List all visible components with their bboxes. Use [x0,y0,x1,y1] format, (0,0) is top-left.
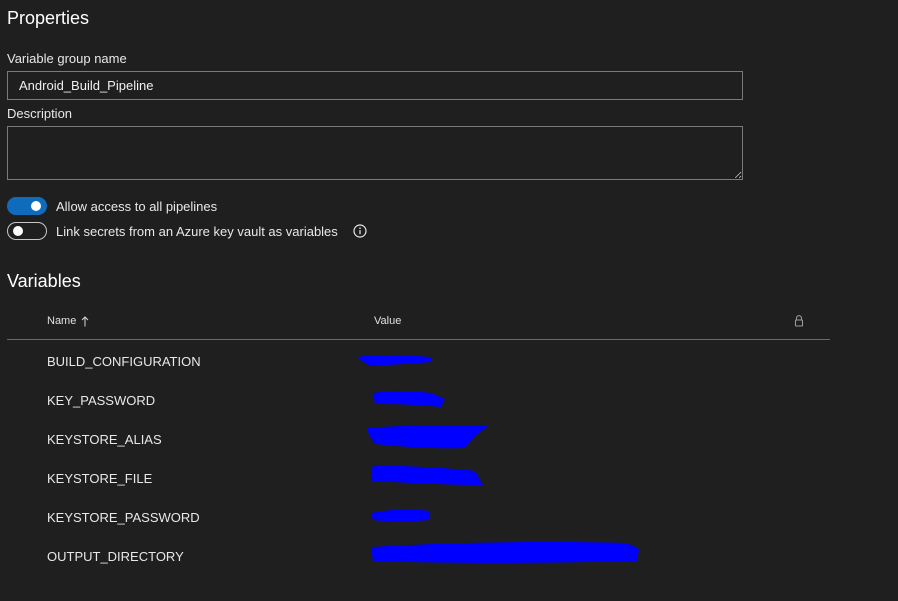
variable-name: KEY_PASSWORD [47,393,156,408]
link-secrets-label: Link secrets from an Azure key vault as … [56,223,338,239]
variables-table: Name Value BUILD_CONFIGURATION KEY_PASSW… [7,305,830,574]
variable-name: OUTPUT_DIRECTORY [47,549,184,564]
redacted-value [371,542,639,563]
toggle-knob [13,226,23,236]
allow-access-label: Allow access to all pipelines [56,198,218,214]
toggle-knob [31,201,41,211]
info-icon[interactable] [353,224,367,238]
table-header: Name Value [7,305,830,340]
allow-access-row: Allow access to all pipelines [7,197,217,215]
variable-name: KEYSTORE_PASSWORD [47,510,200,525]
allow-access-toggle[interactable] [7,197,47,215]
description-textarea[interactable] [7,126,743,180]
link-secrets-row: Link secrets from an Azure key vault as … [7,222,367,240]
table-row[interactable]: KEYSTORE_ALIAS [7,418,830,457]
table-body: BUILD_CONFIGURATION KEY_PASSWORD KEYSTOR… [7,340,830,574]
column-header-value[interactable]: Value [374,315,401,327]
variable-name: KEYSTORE_FILE [47,471,153,486]
column-header-name-label: Name [47,315,77,327]
redacted-value [357,355,431,366]
sort-ascending-icon [81,315,89,327]
link-secrets-toggle[interactable] [7,222,47,240]
redacted-value [367,425,488,449]
redacted-value [371,465,483,485]
variable-name: KEYSTORE_ALIAS [47,432,162,447]
redacted-value [371,509,429,522]
variables-heading: Variables [7,271,81,291]
table-row[interactable]: KEY_PASSWORD [7,379,830,418]
group-name-label: Variable group name [7,51,127,66]
variable-name: BUILD_CONFIGURATION [47,354,201,369]
lock-icon [793,314,805,328]
redacted-value [373,391,445,407]
variable-group-page: Properties Variable group name Descripti… [0,0,898,601]
table-row[interactable]: OUTPUT_DIRECTORY [7,535,830,574]
table-row[interactable]: KEYSTORE_FILE [7,457,830,496]
group-name-input[interactable] [7,71,743,100]
table-row[interactable]: KEYSTORE_PASSWORD [7,496,830,535]
description-label: Description [7,106,73,121]
table-row[interactable]: BUILD_CONFIGURATION [7,340,830,379]
properties-heading: Properties [7,8,90,28]
column-header-name[interactable]: Name [47,315,89,327]
